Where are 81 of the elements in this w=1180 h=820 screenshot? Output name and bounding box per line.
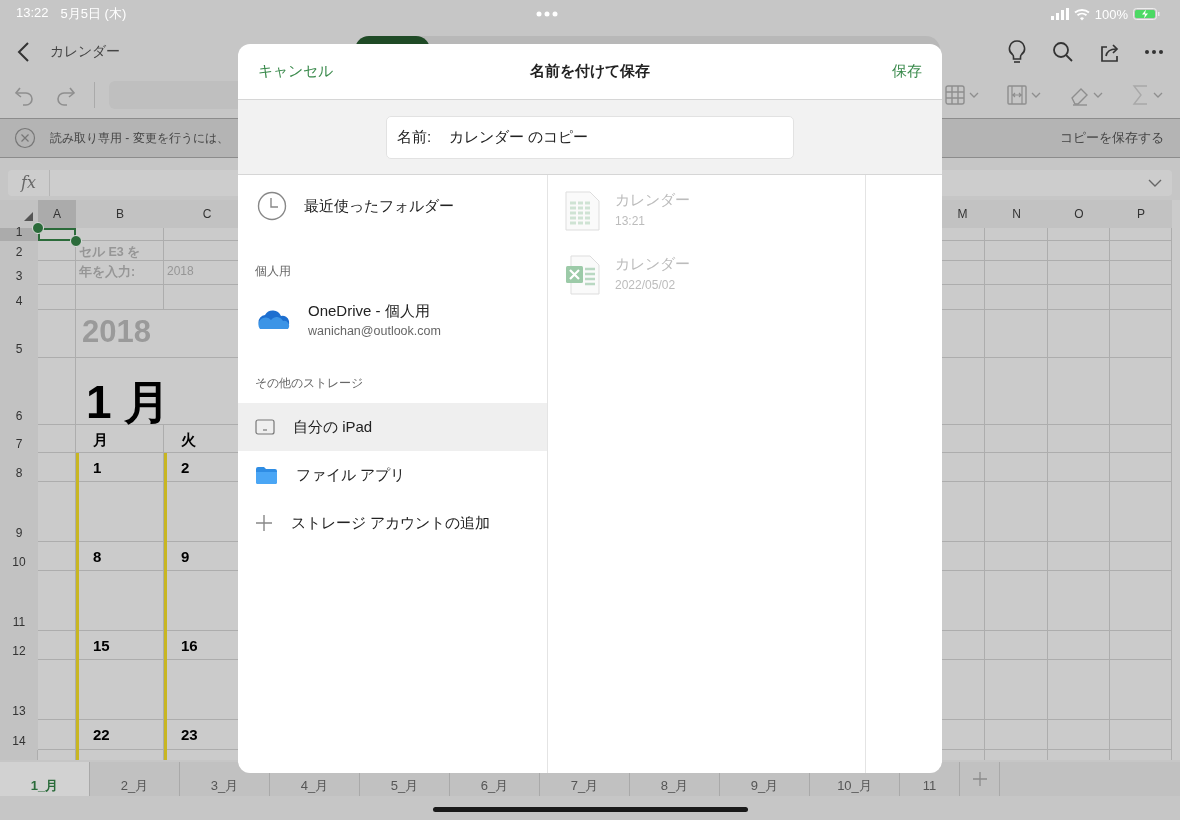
read-only-message: 読み取り専用 - 変更を行うには、 [50, 129, 229, 147]
row-header[interactable]: 9 [0, 482, 38, 542]
row-header[interactable]: 5 [0, 310, 38, 358]
row-header[interactable]: 11 [0, 571, 38, 631]
file-name: カレンダー [615, 255, 690, 274]
lightbulb-icon[interactable] [1006, 39, 1028, 65]
more-icon[interactable] [1144, 49, 1164, 55]
row-header[interactable]: 3 [0, 261, 38, 285]
location-name: ファイル アプリ [296, 465, 406, 485]
spreadsheet-file-icon [565, 191, 601, 231]
signal-icon [1050, 8, 1069, 20]
caret-icon[interactable] [1153, 91, 1163, 99]
table-cell[interactable]: 8 [76, 542, 164, 571]
dropdown-caret-icon[interactable] [1148, 179, 1162, 187]
home-indicator[interactable] [432, 807, 748, 812]
row-header[interactable]: 13 [0, 660, 38, 720]
sheet-tab[interactable]: 1_月 [0, 762, 90, 796]
name-field[interactable]: 名前: カレンダー のコピー [386, 115, 794, 159]
close-icon[interactable] [14, 127, 36, 149]
save-button[interactable]: 保存 [892, 62, 922, 81]
back-icon[interactable] [16, 41, 30, 63]
select-all-icon[interactable] [23, 211, 34, 222]
multitasking-icon[interactable] [536, 11, 558, 17]
sheet-tab[interactable]: 2_月 [90, 762, 180, 796]
column-header[interactable]: M [940, 200, 985, 228]
row-header[interactable]: 12 [0, 631, 38, 660]
search-icon[interactable] [1052, 41, 1074, 63]
location-item[interactable]: 自分の iPad [238, 403, 547, 451]
location-item[interactable]: OneDrive - 個人用 wanichan@outlook.com [238, 291, 547, 349]
row-header[interactable]: 8 [0, 453, 38, 482]
location-item[interactable]: ストレージ アカウントの追加 [238, 499, 547, 547]
table-cell[interactable]: 1 [76, 453, 164, 482]
row-header[interactable]: 6 [0, 358, 38, 425]
clock-icon [257, 191, 287, 221]
wifi-icon [1073, 7, 1090, 21]
row-header[interactable]: 7 [0, 425, 38, 453]
sigma-icon[interactable] [1131, 84, 1149, 106]
add-icon[interactable] [971, 771, 988, 787]
row-header[interactable]: 2 [0, 241, 38, 261]
dialog-title: 名前を付けて保存 [530, 62, 650, 81]
document-title: カレンダー [50, 43, 120, 61]
battery-icon [1133, 8, 1160, 20]
cloud-icon [257, 308, 291, 332]
column-header[interactable]: O [1048, 200, 1110, 228]
caret-icon[interactable] [969, 91, 979, 99]
column-header[interactable]: N [985, 200, 1048, 228]
row-header[interactable]: 10 [0, 542, 38, 571]
location-name: 自分の iPad [293, 417, 373, 437]
section-label: 個人用 [254, 263, 292, 280]
cancel-button[interactable]: キャンセル [258, 62, 333, 81]
column-header[interactable]: A [38, 200, 76, 228]
section-label: その他のストレージ [254, 375, 364, 392]
column-width-icon[interactable] [1007, 85, 1027, 105]
table-cell[interactable]: 15 [76, 631, 164, 660]
tablet-icon [255, 419, 275, 435]
location-name: OneDrive - 個人用 [308, 302, 431, 321]
column-header[interactable]: P [1110, 200, 1172, 228]
row-header[interactable]: 14 [0, 720, 38, 750]
file-name: カレンダー [615, 191, 690, 210]
file-date: 2022/05/02 [615, 278, 677, 292]
share-icon[interactable] [1098, 41, 1120, 63]
table-grid-icon[interactable] [945, 85, 965, 105]
add-icon [255, 514, 273, 532]
battery-percent: 100% [1094, 6, 1128, 22]
table-cell[interactable]: 月 [76, 425, 164, 453]
location-item[interactable]: ファイル アプリ [238, 451, 547, 499]
formula-label: fx [8, 170, 50, 196]
table-cell[interactable]: 22 [76, 720, 164, 750]
column-header[interactable]: B [76, 200, 164, 228]
caret-icon[interactable] [1031, 91, 1041, 99]
account-email: wanichan@outlook.com [308, 324, 441, 338]
location-name: 最近使ったフォルダー [304, 196, 454, 216]
folder-icon [255, 465, 278, 485]
location-name: ストレージ アカウントの追加 [291, 513, 491, 533]
row-header[interactable]: 4 [0, 285, 38, 310]
excel-file-icon [565, 255, 601, 295]
status-time: 13:22 [16, 5, 49, 22]
caret-icon[interactable] [1093, 91, 1103, 99]
file-date: 13:21 [615, 214, 647, 228]
save-copy-link[interactable]: コピーを保存する [1060, 129, 1164, 147]
row-header[interactable]: 1 [0, 228, 38, 241]
